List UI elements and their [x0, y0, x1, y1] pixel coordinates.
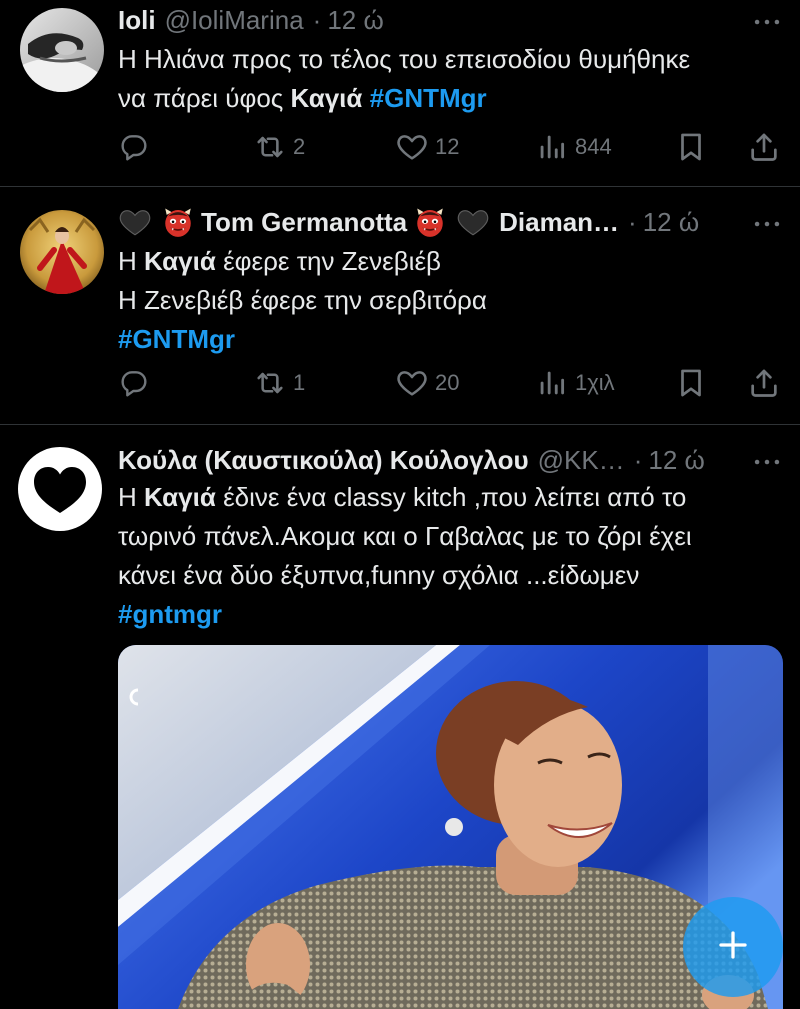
bold-mention-text: Καγιά [290, 83, 363, 113]
text-line: Η Καγιά έφερε την Ζενεβιέβ [118, 242, 487, 281]
bookmark-icon [674, 366, 708, 400]
tweet-header: Ioli @IoliMarina · 12 ώ [118, 3, 384, 37]
retweet-count: 1 [293, 370, 306, 395]
hashtag-link[interactable]: #GNTMgr [370, 83, 487, 113]
black-heart-emoji-icon [118, 205, 152, 239]
display-name-continued[interactable]: Diaman… [499, 205, 619, 239]
display-name[interactable]: Ioli [118, 3, 156, 37]
retweet-icon [253, 130, 287, 164]
plus-icon [715, 927, 751, 968]
tweet[interactable]: Tom Germanotta Diaman… · 12 ώ Η Καγιά έφ… [0, 187, 800, 424]
compose-button[interactable] [683, 897, 783, 997]
user-handle[interactable]: @IoliMarina [165, 3, 304, 37]
more-options-icon[interactable] [750, 207, 784, 241]
text-segment: να πάρει ύφος [118, 83, 291, 113]
text-segment: Η Ζενεβιέβ έφερε την σερβιτόρα [118, 285, 487, 315]
text-segment: τωρινό πάνελ.Ακομα και ο Γαβαλας με το ζ… [118, 521, 692, 551]
text-line: τωρινό πάνελ.Ακομα και ο Γαβαλας με το ζ… [118, 517, 692, 556]
text-line: #gntmgr [118, 595, 692, 634]
hashtag-link[interactable]: #gntmgr [118, 599, 222, 629]
retweet-button[interactable]: 1 [253, 366, 305, 400]
reply-icon [118, 367, 150, 399]
user-avatar[interactable] [18, 447, 102, 531]
more-options-icon[interactable] [750, 5, 784, 39]
text-segment: Η [118, 246, 144, 276]
display-name[interactable]: Tom Germanotta [201, 205, 407, 239]
user-handle[interactable]: @KK… [538, 443, 625, 477]
views-button[interactable]: 1χιλ [535, 366, 615, 400]
bold-mention-text: Καγιά [144, 246, 216, 276]
bookmark-button[interactable] [674, 130, 708, 164]
tweet-text: Η Ηλιάνα προς το τέλος του επεισοδίου θυ… [118, 40, 690, 118]
separator-dot: · [633, 445, 643, 475]
bookmark-button[interactable] [674, 366, 708, 400]
share-button[interactable] [747, 366, 781, 400]
text-line: Η Ζενεβιέβ έφερε την σερβιτόρα [118, 281, 487, 320]
views-icon [535, 366, 569, 400]
text-segment: Η [118, 482, 144, 512]
text-segment: κάνει ένα δύο έξυπνα,funny σχόλια ...είδ… [118, 560, 640, 590]
bold-mention-text: Καγιά [144, 482, 216, 512]
reply-icon [118, 131, 150, 163]
like-icon [395, 130, 429, 164]
like-count: 20 [435, 370, 460, 395]
text-line: Η Ηλιάνα προς το τέλος του επεισοδίου θυ… [118, 40, 690, 79]
views-icon [535, 130, 569, 164]
black-heart-emoji-icon [456, 205, 490, 239]
retweet-count: 2 [293, 134, 306, 159]
user-avatar[interactable] [20, 210, 104, 294]
share-button[interactable] [747, 130, 781, 164]
text-line: #GNTMgr [118, 320, 487, 359]
text-segment: έδινε ένα classy kitch ,που λείπει από τ… [215, 482, 687, 512]
share-icon [747, 366, 781, 400]
tweet-header: Tom Germanotta Diaman… · 12 ώ [118, 205, 699, 239]
bookmark-icon [674, 130, 708, 164]
views-count: 844 [575, 134, 612, 159]
retweet-button[interactable]: 2 [253, 130, 305, 164]
like-count: 12 [435, 134, 460, 159]
timestamp[interactable]: 12 ώ [643, 205, 699, 239]
text-line: Η Καγιά έδινε ένα classy kitch ,που λείπ… [118, 478, 692, 517]
timestamp[interactable]: 12 ώ [648, 443, 704, 477]
share-icon [747, 130, 781, 164]
reply-button[interactable] [118, 366, 150, 400]
separator-dot: · [312, 5, 322, 35]
display-name[interactable]: Κούλα (Καυστικούλα) Κούλογλου [118, 443, 529, 477]
user-avatar[interactable] [20, 8, 104, 92]
reply-button[interactable] [118, 130, 150, 164]
retweet-icon [253, 366, 287, 400]
tweet[interactable]: Κούλα (Καυστικούλα) Κούλογλου @KK… · 12 … [0, 425, 800, 1009]
text-line: κάνει ένα δύο έξυπνα,funny σχόλια ...είδ… [118, 556, 692, 595]
text-segment: Η Ηλιάνα προς το τέλος του επεισοδίου θυ… [118, 44, 691, 74]
tweet[interactable]: Ioli @IoliMarina · 12 ώ Η Ηλιάνα προς το… [0, 0, 800, 186]
tweet-text: Η Καγιά έδινε ένα classy kitch ,που λείπ… [118, 478, 692, 634]
views-button[interactable]: 844 [535, 130, 612, 164]
like-icon [395, 366, 429, 400]
like-button[interactable]: 20 [395, 366, 459, 400]
hashtag-link[interactable]: #GNTMgr [118, 324, 235, 354]
timestamp[interactable]: 12 ώ [327, 3, 383, 37]
like-button[interactable]: 12 [395, 130, 459, 164]
tweet-text: Η Καγιά έφερε την Ζενεβιέβ Η Ζενεβιέβ έφ… [118, 242, 487, 359]
text-line: να πάρει ύφος Καγιά #GNTMgr [118, 79, 690, 118]
views-count: 1χιλ [575, 370, 615, 395]
ogre-emoji-icon [413, 205, 447, 239]
ogre-emoji-icon [161, 205, 195, 239]
text-segment: έφερε την Ζενεβιέβ [215, 246, 442, 276]
tweet-header: Κούλα (Καυστικούλα) Κούλογλου @KK… · 12 … [118, 443, 705, 477]
more-options-icon[interactable] [750, 445, 784, 479]
separator-dot: · [628, 207, 637, 237]
